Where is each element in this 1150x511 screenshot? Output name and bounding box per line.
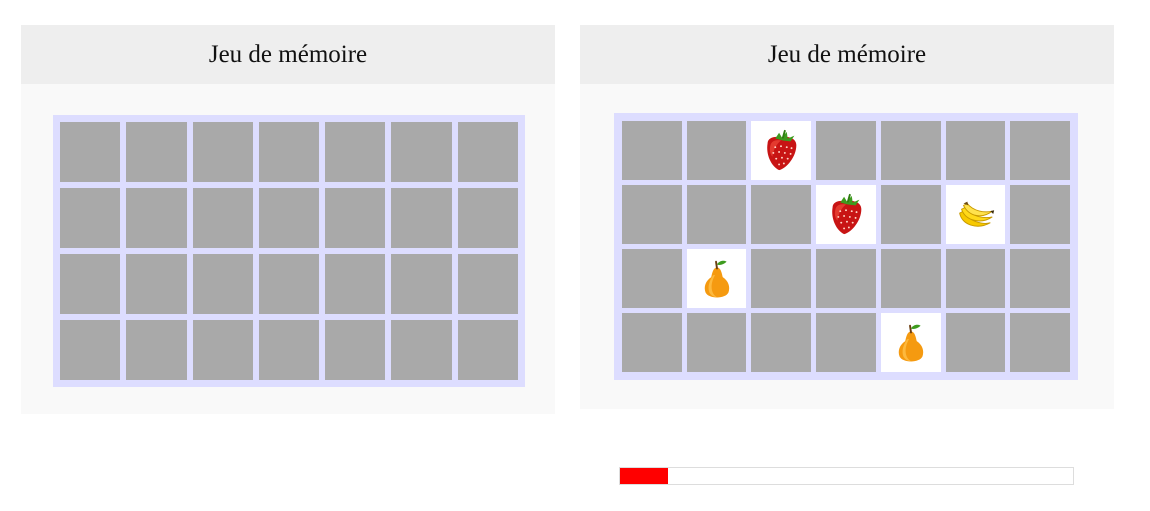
memory-card-hidden[interactable] — [325, 188, 386, 248]
memory-card-hidden[interactable] — [60, 320, 121, 380]
memory-card-hidden[interactable] — [325, 254, 386, 314]
memory-card-hidden[interactable] — [1010, 121, 1070, 180]
memory-card-hidden[interactable] — [816, 249, 876, 308]
memory-card-hidden[interactable] — [391, 320, 452, 380]
memory-card-hidden[interactable] — [325, 122, 386, 182]
memory-card-hidden[interactable] — [192, 320, 253, 380]
memory-card-hidden[interactable] — [258, 188, 320, 248]
memory-card-hidden[interactable] — [126, 254, 187, 314]
memory-card-hidden[interactable] — [391, 188, 452, 248]
memory-game-panel-1: Jeu de mémoire — [21, 25, 555, 414]
memory-card-hidden[interactable] — [751, 185, 812, 244]
memory-card-hidden[interactable] — [192, 254, 253, 314]
memory-card-hidden[interactable] — [457, 122, 518, 182]
timer-progress-bar — [619, 467, 1074, 485]
memory-card-hidden[interactable] — [622, 249, 682, 308]
memory-card-hidden[interactable] — [686, 121, 747, 180]
memory-card-hidden[interactable] — [457, 254, 518, 314]
memory-game-panel-2: Jeu de mémoire — [580, 25, 1114, 409]
memory-card-revealed[interactable] — [880, 313, 941, 372]
memory-card-revealed[interactable] — [751, 121, 812, 180]
memory-card-hidden[interactable] — [60, 188, 121, 248]
memory-card-hidden[interactable] — [880, 121, 941, 180]
game-title: Jeu de mémoire — [580, 25, 1114, 84]
memory-card-hidden[interactable] — [60, 122, 121, 182]
memory-card-hidden[interactable] — [258, 122, 320, 182]
memory-card-hidden[interactable] — [686, 313, 747, 372]
timer-progress-fill — [620, 468, 668, 484]
memory-card-hidden[interactable] — [126, 188, 187, 248]
game-board — [53, 115, 525, 387]
memory-card-hidden[interactable] — [1010, 249, 1070, 308]
game-title: Jeu de mémoire — [21, 25, 555, 84]
memory-card-hidden[interactable] — [258, 254, 320, 314]
memory-card-hidden[interactable] — [126, 320, 187, 380]
memory-card-revealed[interactable] — [816, 185, 876, 244]
memory-card-hidden[interactable] — [686, 185, 747, 244]
memory-card-hidden[interactable] — [945, 249, 1006, 308]
memory-card-hidden[interactable] — [457, 188, 518, 248]
memory-card-hidden[interactable] — [60, 254, 121, 314]
memory-card-hidden[interactable] — [945, 121, 1006, 180]
memory-card-revealed[interactable] — [686, 249, 747, 308]
strawberry-icon — [823, 192, 869, 238]
memory-card-hidden[interactable] — [622, 313, 682, 372]
pear-icon — [694, 256, 740, 302]
memory-card-hidden[interactable] — [391, 122, 452, 182]
memory-card-revealed[interactable] — [945, 185, 1006, 244]
memory-card-hidden[interactable] — [325, 320, 386, 380]
memory-card-hidden[interactable] — [258, 320, 320, 380]
pear-icon — [888, 320, 934, 366]
banana-icon — [952, 192, 998, 238]
memory-card-hidden[interactable] — [1010, 313, 1070, 372]
memory-card-hidden[interactable] — [945, 313, 1006, 372]
memory-card-hidden[interactable] — [391, 254, 452, 314]
memory-card-hidden[interactable] — [622, 185, 682, 244]
memory-card-hidden[interactable] — [751, 249, 812, 308]
memory-card-hidden[interactable] — [816, 121, 876, 180]
memory-card-hidden[interactable] — [192, 122, 253, 182]
memory-card-hidden[interactable] — [457, 320, 518, 380]
memory-card-hidden[interactable] — [816, 313, 876, 372]
memory-card-hidden[interactable] — [880, 185, 941, 244]
memory-card-hidden[interactable] — [126, 122, 187, 182]
memory-card-hidden[interactable] — [880, 249, 941, 308]
memory-card-hidden[interactable] — [1010, 185, 1070, 244]
strawberry-icon — [758, 128, 804, 174]
memory-card-hidden[interactable] — [751, 313, 812, 372]
memory-card-hidden[interactable] — [622, 121, 682, 180]
memory-card-hidden[interactable] — [192, 188, 253, 248]
game-board — [614, 113, 1078, 380]
